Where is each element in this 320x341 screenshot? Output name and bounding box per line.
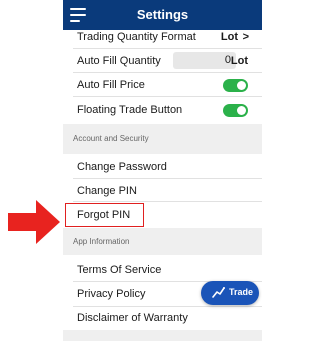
auto-fill-quantity-label: Auto Fill Quantity	[77, 55, 161, 67]
chart-trend-icon	[212, 287, 225, 298]
app-information-section-header: App Information	[63, 228, 262, 255]
settings-screen: Settings Trading Quantity Format Lot > A…	[63, 0, 262, 341]
bottom-spacer	[63, 330, 262, 341]
change-password-label: Change Password	[77, 161, 167, 173]
floating-trade-button-label: Floating Trade Button	[77, 104, 183, 116]
trade-button[interactable]: Trade	[201, 281, 259, 305]
privacy-policy-label: Privacy Policy	[77, 288, 146, 300]
trading-quantity-format-row[interactable]: Trading Quantity Format Lot >	[63, 30, 262, 49]
auto-fill-price-row: Auto Fill Price	[63, 73, 262, 97]
change-password-item[interactable]: Change Password	[63, 154, 262, 179]
auto-fill-price-label: Auto Fill Price	[77, 79, 145, 91]
floating-trade-button-row: Floating Trade Button	[63, 97, 262, 124]
auto-fill-quantity-row: Auto Fill Quantity 0 Lot	[63, 49, 262, 73]
app-information-section-title: App Information	[73, 237, 130, 246]
floating-trade-button-toggle[interactable]	[223, 104, 248, 117]
trading-quantity-format-value: Lot	[220, 31, 238, 43]
app-header: Settings	[63, 0, 262, 30]
account-security-section-title: Account and Security	[73, 134, 149, 143]
change-pin-item[interactable]: Change PIN	[63, 179, 262, 202]
auto-fill-quantity-input[interactable]: 0	[173, 52, 236, 69]
pointer-arrow-icon	[8, 200, 60, 244]
chevron-right-icon: >	[242, 31, 249, 43]
page-title: Settings	[136, 7, 189, 22]
terms-of-service-item[interactable]: Terms Of Service	[63, 255, 262, 282]
disclaimer-of-warranty-item[interactable]: Disclaimer of Warranty	[63, 307, 262, 330]
account-security-section-header: Account and Security	[63, 124, 262, 154]
forgot-pin-highlight	[65, 203, 144, 227]
change-pin-label: Change PIN	[77, 185, 137, 197]
auto-fill-price-toggle[interactable]	[223, 79, 248, 92]
disclaimer-of-warranty-label: Disclaimer of Warranty	[77, 312, 188, 324]
trade-button-label: Trade	[229, 287, 254, 297]
auto-fill-quantity-unit: Lot	[230, 55, 248, 67]
terms-of-service-label: Terms Of Service	[77, 264, 162, 276]
trading-quantity-format-label: Trading Quantity Format	[77, 31, 196, 43]
